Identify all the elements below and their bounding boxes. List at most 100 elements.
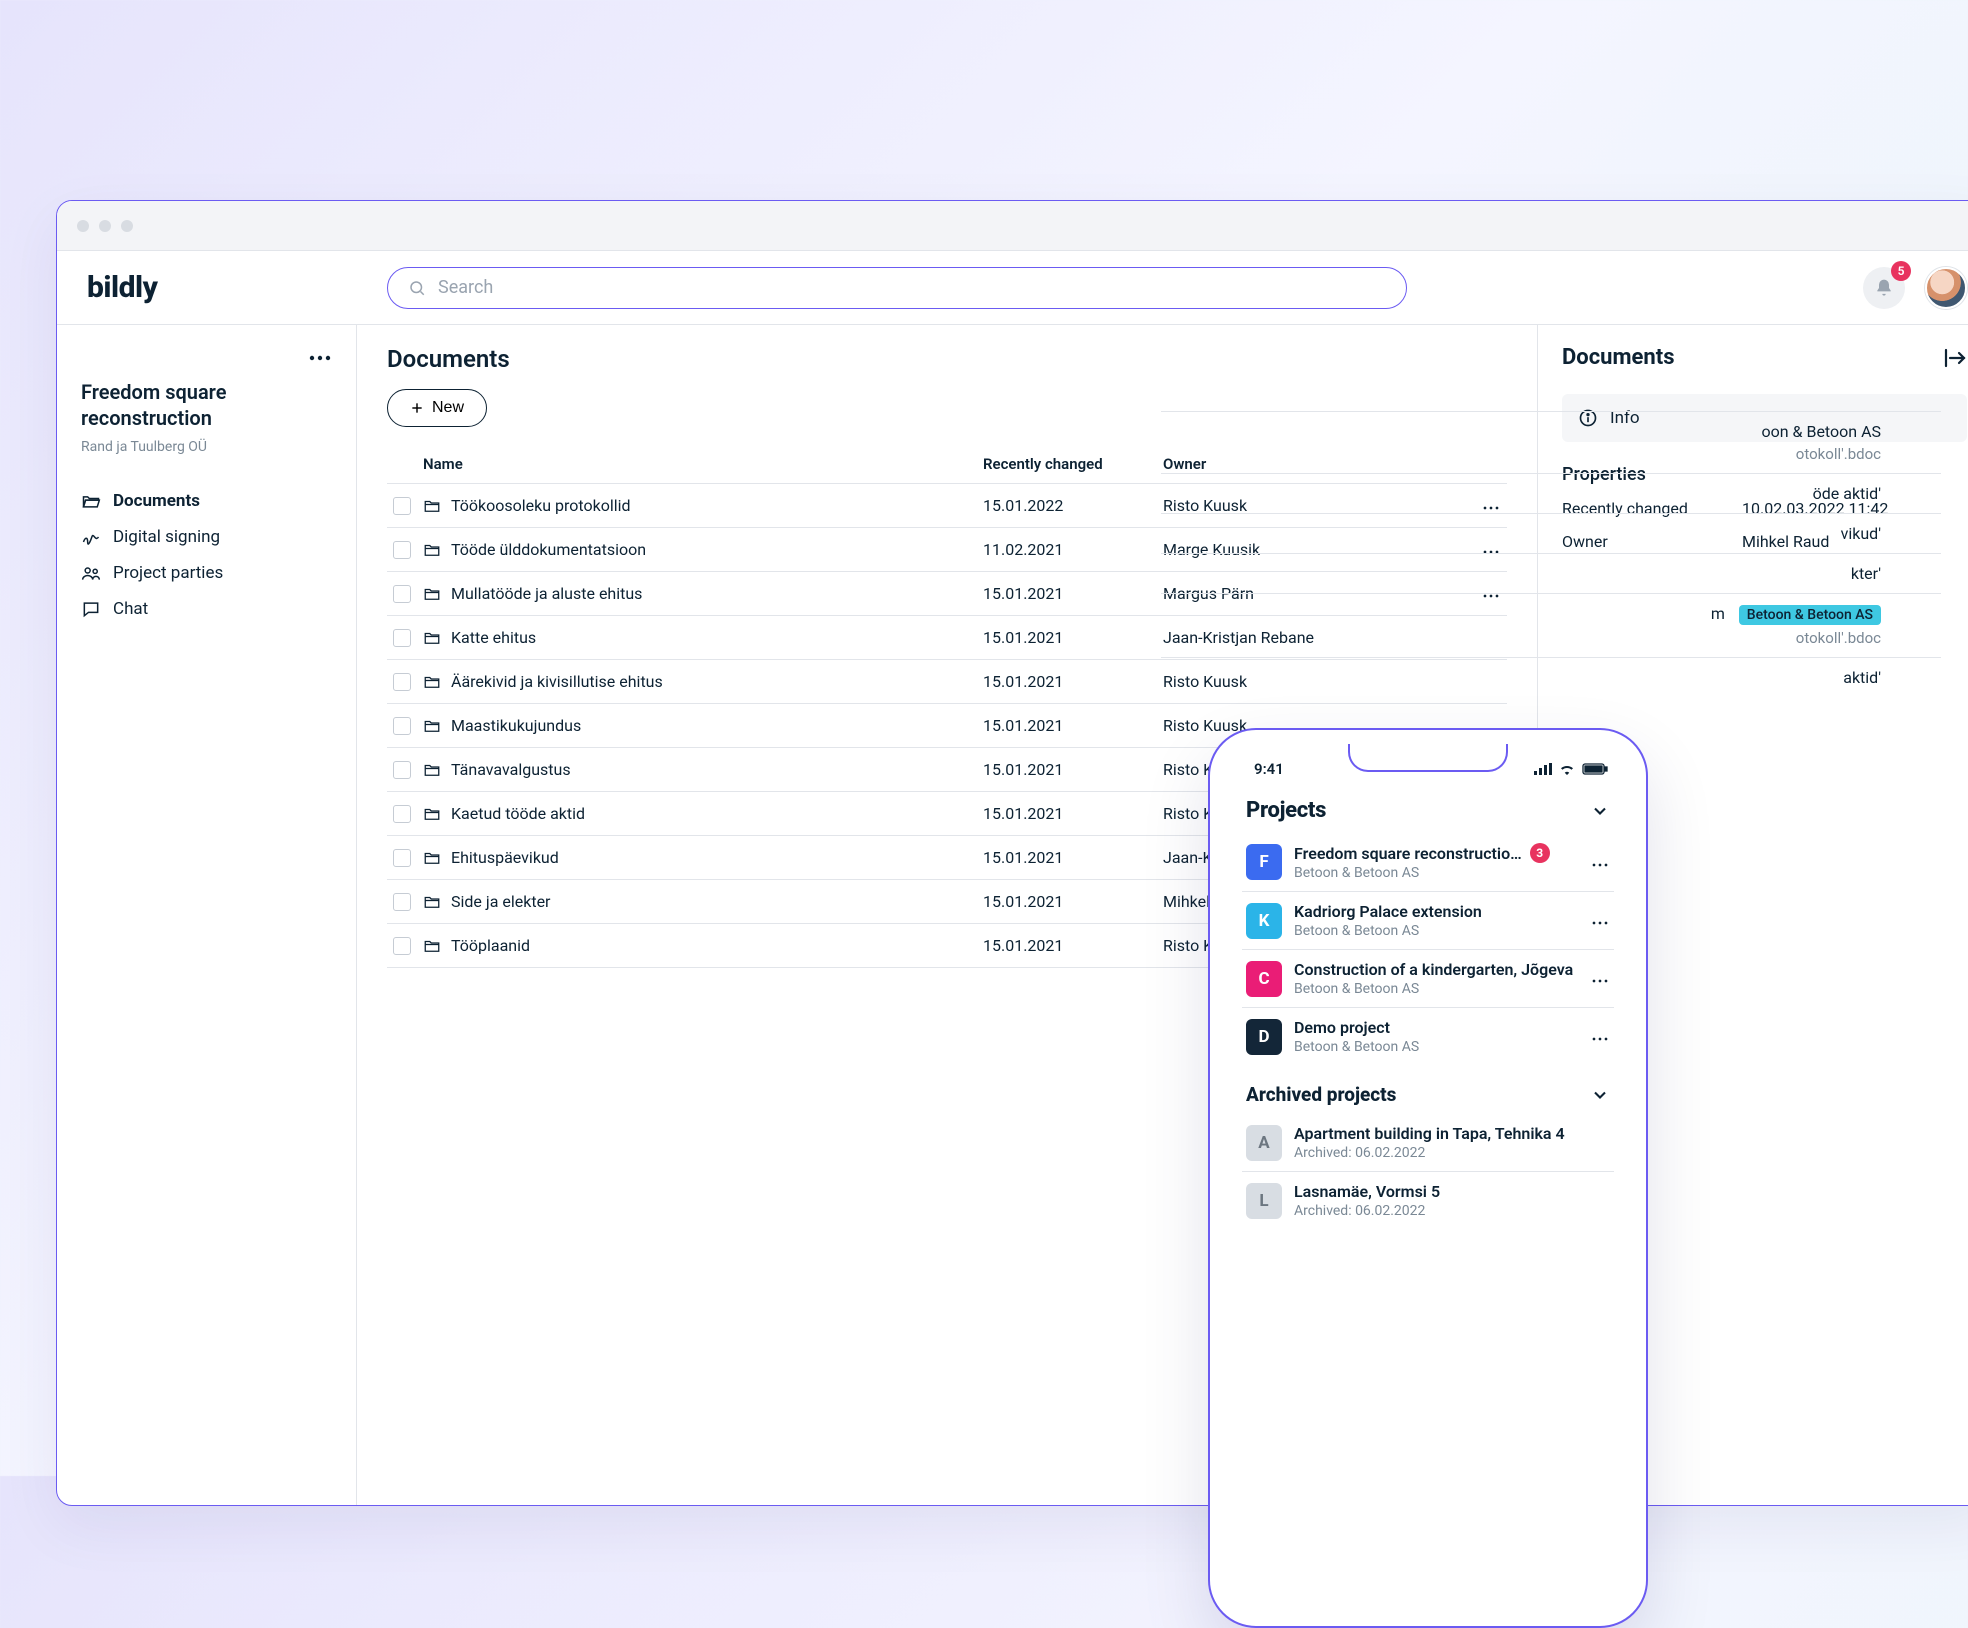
sidebar: Freedom square reconstruction Rand ja Tu… — [57, 325, 357, 1505]
project-more-button[interactable] — [1590, 1027, 1610, 1046]
company-pill: Betoon & Betoon AS — [1739, 605, 1881, 625]
nav-label: Digital signing — [113, 527, 220, 547]
row-checkbox[interactable] — [393, 893, 411, 911]
folder-icon — [423, 497, 441, 515]
activity-item-partial: öde aktid' — [1161, 473, 1941, 513]
row-name: Äärekivid ja kivisillutise ehitus — [451, 672, 663, 691]
folder-icon — [423, 629, 441, 647]
more-horizontal-icon — [1590, 862, 1610, 868]
wifi-icon — [1558, 763, 1576, 775]
nav-label: Project parties — [113, 563, 223, 583]
chevron-down-icon[interactable] — [1590, 801, 1610, 821]
search-input[interactable]: Search — [387, 267, 1407, 309]
row-checkbox[interactable] — [393, 849, 411, 867]
window-titlebar — [57, 201, 1968, 251]
nav-label: Documents — [113, 491, 200, 511]
chevron-down-icon[interactable] — [1590, 1085, 1610, 1105]
chat-icon — [81, 599, 101, 619]
project-title: Demo project — [1294, 1018, 1390, 1037]
project-item[interactable]: LLasnamäe, Vormsi 5Archived: 06.02.2022 — [1242, 1172, 1614, 1229]
more-horizontal-icon — [1590, 920, 1610, 926]
row-checkbox[interactable] — [393, 761, 411, 779]
project-title: Kadriorg Palace extension — [1294, 902, 1482, 921]
project-tile: D — [1246, 1019, 1282, 1055]
activity-item-partial: vikud' — [1161, 513, 1941, 553]
row-name: Kaetud tööde aktid — [451, 804, 585, 823]
project-subtitle: Betoon & Betoon AS — [1294, 923, 1578, 939]
folder-icon — [423, 585, 441, 603]
row-name: Side ja elekter — [451, 892, 550, 911]
phone-archived-title: Archived projects — [1246, 1083, 1396, 1106]
project-company: Rand ja Tuulberg OÜ — [81, 439, 332, 455]
nav-chat[interactable]: Chat — [81, 591, 332, 627]
project-title: Apartment building in Tapa, Tehnika 4 — [1294, 1124, 1565, 1143]
row-checkbox[interactable] — [393, 673, 411, 691]
folder-icon — [423, 805, 441, 823]
app-logo[interactable]: bildly — [87, 270, 387, 305]
row-changed: 11.02.2021 — [977, 528, 1157, 572]
row-name: Tänavavalgustus — [451, 760, 571, 779]
project-subtitle: Archived: 06.02.2022 — [1294, 1203, 1610, 1219]
project-subtitle: Archived: 06.02.2022 — [1294, 1145, 1610, 1161]
project-tile: K — [1246, 903, 1282, 939]
sidebar-nav: Documents Digital signing Project partie… — [81, 483, 332, 627]
col-changed[interactable]: Recently changed — [977, 445, 1157, 484]
row-checkbox[interactable] — [393, 541, 411, 559]
traffic-light-zoom[interactable] — [121, 220, 133, 232]
row-checkbox[interactable] — [393, 585, 411, 603]
project-item[interactable]: K Kadriorg Palace extension Betoon & Betoo… — [1242, 892, 1614, 950]
project-more-button[interactable] — [1590, 853, 1610, 872]
traffic-light-close[interactable] — [77, 220, 89, 232]
plus-icon — [410, 401, 424, 415]
nav-project-parties[interactable]: Project parties — [81, 555, 332, 591]
folder-icon — [423, 849, 441, 867]
panel-expand-icon[interactable] — [1943, 348, 1967, 368]
new-button[interactable]: New — [387, 389, 487, 427]
signal-icon — [1534, 763, 1552, 775]
col-name[interactable]: Name — [417, 445, 977, 484]
row-checkbox[interactable] — [393, 629, 411, 647]
page-title: Documents — [387, 345, 1507, 373]
notifications-badge: 5 — [1891, 261, 1911, 281]
project-item[interactable]: FFreedom square reconstructio…3Betoon & … — [1242, 833, 1614, 892]
phone-projects-title: Projects — [1246, 798, 1326, 823]
row-name: Ehituspäevikud — [451, 848, 559, 867]
row-checkbox[interactable] — [393, 937, 411, 955]
activity-sub-fragment: otokoll'.bdoc — [1221, 629, 1881, 647]
activity-text-fragment: aktid' — [1843, 668, 1881, 687]
user-avatar[interactable] — [1925, 267, 1967, 309]
traffic-light-minimize[interactable] — [99, 220, 111, 232]
more-horizontal-icon — [1590, 978, 1610, 984]
row-checkbox[interactable] — [393, 497, 411, 515]
activity-text-fragment: m — [1711, 604, 1725, 623]
row-name: Tööde ülddokumentatsioon — [451, 540, 646, 559]
more-horizontal-icon — [308, 354, 332, 362]
row-checkbox[interactable] — [393, 717, 411, 735]
folder-icon — [423, 937, 441, 955]
project-title: Lasnamäe, Vormsi 5 — [1294, 1182, 1440, 1201]
project-subtitle: Betoon & Betoon AS — [1294, 981, 1578, 997]
phone-time: 9:41 — [1254, 760, 1284, 778]
project-title: Construction of a kindergarten, Jõgeva — [1294, 960, 1573, 979]
row-changed: 15.01.2022 — [977, 484, 1157, 528]
row-checkbox[interactable] — [393, 805, 411, 823]
row-changed: 15.01.2021 — [977, 616, 1157, 660]
project-item[interactable]: C Construction of a kindergarten, Jõgeva B… — [1242, 950, 1614, 1008]
project-subtitle: Betoon & Betoon AS — [1294, 1039, 1578, 1055]
project-title: Freedom square reconstructio… — [1294, 844, 1522, 863]
folder-icon — [423, 673, 441, 691]
activity-item-partial: oon & Betoon ASotokoll'.bdoc — [1161, 411, 1941, 473]
project-more-button[interactable] — [1590, 969, 1610, 988]
signature-icon — [81, 527, 101, 547]
phone-notch — [1348, 744, 1508, 772]
sidebar-more-button[interactable] — [81, 347, 332, 375]
nav-documents[interactable]: Documents — [81, 483, 332, 519]
notifications-button[interactable]: 5 — [1863, 267, 1905, 309]
project-item[interactable]: AApartment building in Tapa, Tehnika 4Ar… — [1242, 1114, 1614, 1172]
nav-digital-signing[interactable]: Digital signing — [81, 519, 332, 555]
project-tile: C — [1246, 961, 1282, 997]
project-more-button[interactable] — [1590, 911, 1610, 930]
row-changed: 15.01.2021 — [977, 924, 1157, 968]
project-item[interactable]: D Demo project Betoon & Betoon AS — [1242, 1008, 1614, 1065]
folder-icon — [423, 761, 441, 779]
